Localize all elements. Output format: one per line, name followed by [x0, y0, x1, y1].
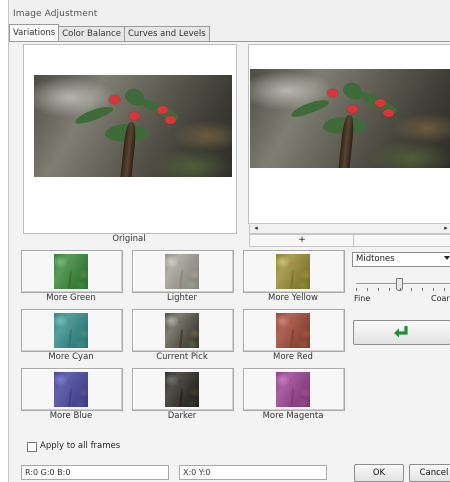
tab-curves-and-levels[interactable]: Curves and Levels [123, 26, 210, 41]
variation-more-red[interactable] [243, 309, 345, 352]
variation-caption: More Blue [49, 411, 93, 421]
variation-lighter[interactable] [132, 250, 234, 293]
tab-color-balance[interactable]: Color Balance [58, 26, 125, 41]
variation-more-green[interactable] [21, 250, 123, 293]
ok-button[interactable]: OK [354, 464, 404, 482]
apply-all-label: Apply to all frames [40, 441, 121, 451]
variation-caption: More Green [46, 293, 96, 303]
zoom-icon: + [298, 235, 306, 245]
zoom-secondary-button[interactable] [353, 234, 450, 247]
variation-thumbnail [276, 313, 310, 348]
variation-thumbnail [165, 313, 199, 348]
variation-darker[interactable] [132, 368, 234, 411]
variation-caption: More Red [273, 352, 313, 362]
variation-caption: More Cyan [48, 352, 94, 362]
tone-range-dropdown[interactable]: Midtones [352, 252, 450, 267]
scroll-left-icon[interactable]: ◂ [252, 224, 260, 233]
original-image [34, 75, 232, 177]
rgb-readout: R:0 G:0 B:0 [21, 465, 169, 480]
variation-current-pick[interactable] [132, 309, 234, 352]
variation-caption: Lighter [167, 293, 197, 303]
variation-caption: More Magenta [262, 411, 324, 421]
reset-button[interactable] [353, 320, 450, 345]
variation-more-cyan[interactable] [21, 309, 123, 352]
preview-frame [248, 44, 450, 224]
image-adjustment-dialog: Image Adjustment Variations Color Balanc… [8, 0, 450, 482]
variation-thumbnail [165, 254, 199, 289]
original-frame [23, 44, 237, 234]
tone-range-value: Midtones [356, 254, 395, 264]
scroll-right-icon[interactable]: ▸ [442, 224, 450, 233]
slider-coarse-label: Coarse [431, 294, 450, 303]
tab-strip: Variations Color Balance Curves and Leve… [9, 24, 210, 42]
variation-more-blue[interactable] [21, 368, 123, 411]
variation-thumbnail [276, 254, 310, 289]
chevron-down-icon [444, 256, 450, 260]
cancel-button[interactable]: Cancel [409, 464, 450, 482]
variation-thumbnail [276, 372, 310, 407]
variation-caption: Current Pick [156, 352, 208, 362]
variation-more-magenta[interactable] [243, 368, 345, 411]
window-title: Image Adjustment [13, 9, 98, 19]
variation-thumbnail [54, 372, 88, 407]
zoom-button[interactable]: + [249, 234, 355, 247]
variation-more-yellow[interactable] [243, 250, 345, 293]
variations-panel: Original ◂ ▸ + More Green Lighter More Y… [9, 41, 450, 482]
variation-caption: More Yellow [268, 293, 318, 303]
slider-ticks [356, 288, 450, 291]
coarseness-slider[interactable] [356, 278, 450, 292]
preview-image [250, 69, 450, 168]
variation-thumbnail [54, 313, 88, 348]
original-caption: Original [112, 234, 146, 244]
variation-thumbnail [54, 254, 88, 289]
slider-track [356, 283, 450, 284]
reset-arrow-icon [394, 326, 408, 338]
slider-fine-label: Fine [354, 294, 371, 303]
preview-horizontal-scrollbar[interactable]: ◂ ▸ [249, 223, 450, 234]
variation-caption: Darker [167, 411, 197, 421]
apply-all-checkbox[interactable] [27, 442, 37, 452]
variation-thumbnail [165, 372, 199, 407]
tab-variations[interactable]: Variations [9, 24, 60, 41]
xy-readout: X:0 Y:0 [179, 465, 327, 480]
